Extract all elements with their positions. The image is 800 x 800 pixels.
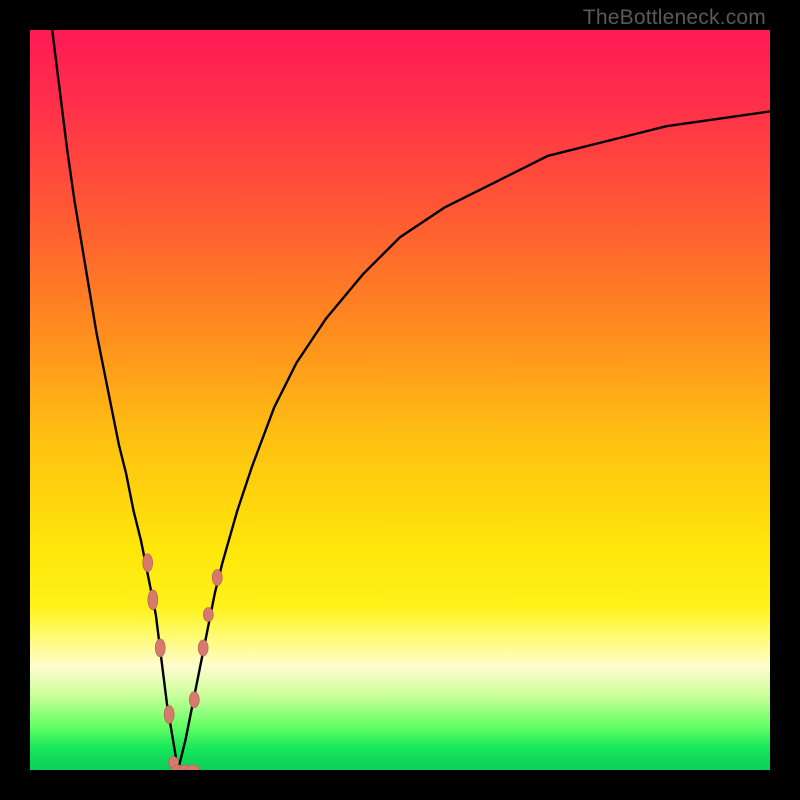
watermark-text: TheBottleneck.com (583, 6, 766, 30)
outer-frame: TheBottleneck.com (0, 0, 800, 800)
marker (189, 692, 199, 708)
curve-layer (30, 30, 770, 770)
marker (212, 570, 222, 586)
curve-right-branch (178, 111, 770, 770)
plot-area (30, 30, 770, 770)
marker (143, 554, 153, 572)
marker (164, 706, 174, 724)
marker (148, 590, 158, 610)
marker-group (143, 554, 223, 770)
marker (155, 639, 165, 657)
marker (203, 608, 213, 622)
marker (198, 640, 208, 656)
curve-left-branch (52, 30, 178, 770)
